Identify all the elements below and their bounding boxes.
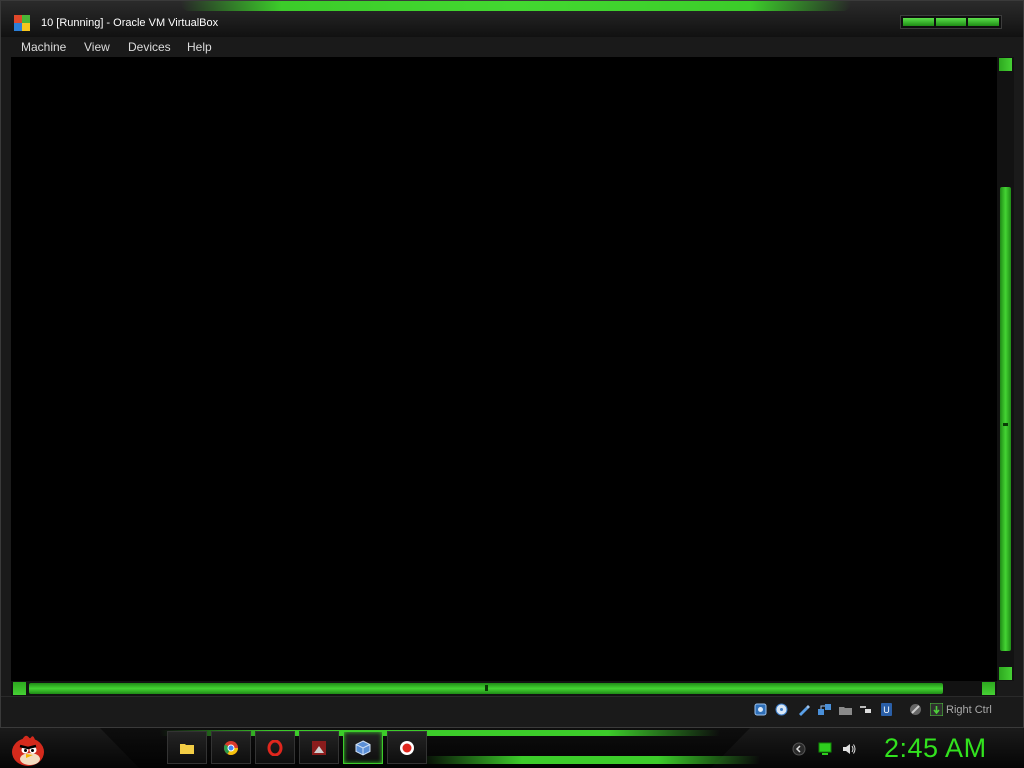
taskbar-glow-decoration-bottom <box>420 756 760 764</box>
window-title: 10 [Running] - Oracle VM VirtualBox <box>41 17 219 29</box>
title-glow-decoration <box>181 1 851 11</box>
taskbar-photo-viewer[interactable] <box>299 731 339 764</box>
usb-icon[interactable]: U <box>880 703 893 716</box>
menu-bar: Machine View Devices Help <box>1 37 1023 57</box>
record-icon <box>400 740 414 755</box>
svg-text:U: U <box>883 705 890 715</box>
scroll-left-button[interactable] <box>13 682 26 695</box>
status-bar: U Right Ctrl <box>1 696 1023 725</box>
show-hidden-icons-icon[interactable] <box>792 742 806 756</box>
scroll-right-button[interactable] <box>982 682 995 695</box>
window-controls <box>900 15 1002 29</box>
file-explorer-icon <box>180 743 194 754</box>
vertical-thumb-grip <box>1003 423 1008 426</box>
virtualbox-icon <box>355 739 371 756</box>
menu-devices[interactable]: Devices <box>128 40 171 54</box>
host-key-label: Right Ctrl <box>946 704 992 716</box>
taskbar-clock[interactable]: 2:45 AM <box>884 733 987 764</box>
shared-folders-icon[interactable] <box>839 703 852 716</box>
close-button[interactable] <box>968 18 1000 26</box>
start-button[interactable] <box>8 730 48 768</box>
maximize-button[interactable] <box>935 18 967 26</box>
taskbar-virtualbox[interactable] <box>343 731 383 764</box>
taskbar-file-explorer[interactable] <box>167 731 207 764</box>
chrome-icon <box>223 740 238 755</box>
photo-viewer-icon <box>312 740 326 755</box>
network-monitor-icon[interactable] <box>818 742 832 756</box>
title-bar[interactable]: 10 [Running] - Oracle VM VirtualBox <box>1 1 1023 37</box>
optical-drive-icon[interactable] <box>775 703 788 716</box>
display-icon[interactable] <box>859 703 872 716</box>
vertical-scrollbar[interactable] <box>997 57 1014 681</box>
virtualbox-window: 10 [Running] - Oracle VM VirtualBox Mach… <box>0 0 1024 728</box>
taskbar-opera[interactable] <box>255 731 295 764</box>
vm-display[interactable] <box>11 57 997 681</box>
menu-view[interactable]: View <box>84 40 110 54</box>
minimize-button[interactable] <box>903 18 934 26</box>
windows-logo-icon[interactable] <box>14 15 30 31</box>
scroll-down-button[interactable] <box>999 667 1012 680</box>
vertical-scroll-thumb[interactable] <box>1000 187 1011 651</box>
menu-help[interactable]: Help <box>187 40 212 54</box>
opera-icon <box>267 739 283 756</box>
taskbar-chrome[interactable] <box>211 731 251 764</box>
horizontal-thumb-grip <box>485 685 488 691</box>
menu-machine[interactable]: Machine <box>21 40 66 54</box>
volume-icon[interactable] <box>842 742 856 756</box>
horizontal-scrollbar[interactable] <box>11 681 997 696</box>
keyboard-capture-icon[interactable] <box>930 703 943 716</box>
network-icon[interactable] <box>818 703 831 716</box>
hard-disk-icon[interactable] <box>754 703 767 716</box>
taskbar <box>0 728 1024 768</box>
taskbar-recorder[interactable] <box>387 731 427 764</box>
scroll-up-button[interactable] <box>999 58 1012 71</box>
mouse-integration-icon[interactable] <box>909 703 922 716</box>
usb-pen-icon[interactable] <box>797 703 810 716</box>
